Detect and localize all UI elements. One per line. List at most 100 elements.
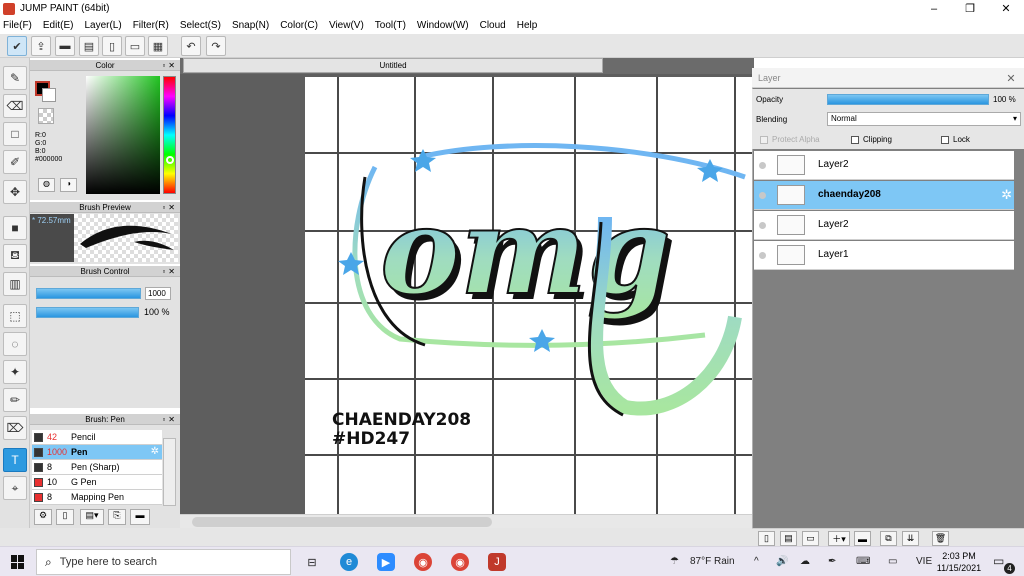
- edge-icon[interactable]: e: [340, 553, 358, 571]
- panel-controls-icon[interactable]: ▫✕: [162, 60, 178, 71]
- brush-item[interactable]: 8 Pen (Sharp): [32, 460, 162, 475]
- close-icon[interactable]: ✕: [1004, 71, 1018, 85]
- clock[interactable]: 2:03 PM 11/15/2021: [936, 550, 982, 574]
- chevron-up-icon[interactable]: ^: [754, 556, 759, 567]
- menu-file[interactable]: File(F): [3, 20, 32, 31]
- cloud-icon[interactable]: ☁: [800, 556, 810, 567]
- cloud-check-icon[interactable]: ✔: [7, 36, 27, 56]
- hue-handle[interactable]: [166, 156, 174, 164]
- panel-controls-icon[interactable]: ▫✕: [162, 266, 178, 277]
- layer-row[interactable]: Layer2: [754, 151, 1014, 180]
- document-icon[interactable]: ▭: [125, 36, 145, 56]
- layer-row[interactable]: Layer1: [754, 241, 1014, 270]
- select-eraser-tool-icon[interactable]: ⌦: [3, 416, 27, 440]
- bucket-tool-icon[interactable]: ⛾: [3, 244, 27, 268]
- canvas-paper[interactable]: omg omg CHAENDAY208 #HD247: [305, 77, 754, 514]
- grid-settings-icon[interactable]: ▦: [148, 36, 168, 56]
- background-color-swatch[interactable]: [42, 88, 56, 102]
- menu-help[interactable]: Help: [517, 20, 538, 31]
- merge-layer-icon[interactable]: ⇊: [902, 531, 919, 546]
- add-layer-menu-icon[interactable]: ＋▾: [828, 531, 850, 546]
- brush-item[interactable]: 42 Pencil: [32, 430, 162, 445]
- palette-icon[interactable]: ◍: [38, 178, 55, 192]
- menu-snap[interactable]: Snap(N): [232, 20, 269, 31]
- task-view-icon[interactable]: ⊟: [303, 553, 321, 571]
- folder-icon[interactable]: ▬: [854, 531, 871, 546]
- transparent-swatch[interactable]: [38, 108, 54, 124]
- shape-tool-icon[interactable]: □: [3, 122, 27, 146]
- clipping-checkbox[interactable]: [851, 136, 859, 144]
- minimize-button[interactable]: –: [916, 0, 952, 17]
- brush-list-scrollbar[interactable]: [163, 438, 176, 506]
- brush-size-input[interactable]: 1000: [145, 287, 171, 300]
- gear-icon[interactable]: ✲: [1001, 187, 1012, 203]
- gear-icon[interactable]: ✲: [151, 446, 159, 457]
- maximize-button[interactable]: ❐: [952, 0, 988, 17]
- new-text-layer-icon[interactable]: ▭: [802, 531, 819, 546]
- brush-tool-icon[interactable]: ✎: [3, 66, 27, 90]
- duplicate-layer-icon[interactable]: ⧉: [880, 531, 897, 546]
- move-tool-icon[interactable]: ✥: [3, 180, 27, 204]
- rect-select-tool-icon[interactable]: ⬚: [3, 304, 27, 328]
- weather-icon[interactable]: ☂: [670, 556, 679, 567]
- brush-copy-icon[interactable]: ⎘: [108, 509, 126, 525]
- page-icon[interactable]: ▯: [102, 36, 122, 56]
- export-icon[interactable]: ⇪: [31, 36, 51, 56]
- new-raster-layer-icon[interactable]: ▤: [780, 531, 797, 546]
- scrollbar-thumb[interactable]: [192, 517, 492, 527]
- weather-text[interactable]: 87°F Rain: [690, 556, 735, 567]
- brush-item[interactable]: 10 G Pen: [32, 475, 162, 490]
- chrome-icon[interactable]: ◉: [414, 553, 432, 571]
- brush-item-selected[interactable]: 1000 Pen ✲: [32, 445, 162, 460]
- zoom-icon[interactable]: ▶: [377, 553, 395, 571]
- menu-layer[interactable]: Layer(L): [84, 20, 121, 31]
- monitor-icon[interactable]: ▭: [888, 556, 897, 567]
- color-saturation-square[interactable]: [86, 76, 160, 194]
- lasso-tool-icon[interactable]: ◌: [3, 332, 27, 356]
- delete-layer-icon[interactable]: 🗑: [932, 531, 949, 546]
- color-settings-icon[interactable]: ◑: [60, 178, 77, 192]
- speaker-icon[interactable]: 🔊: [776, 556, 788, 567]
- document-tab[interactable]: Untitled: [183, 58, 603, 73]
- message-icon[interactable]: ▤: [79, 36, 99, 56]
- menu-view[interactable]: View(V): [329, 20, 364, 31]
- pen-icon[interactable]: ✒: [828, 556, 836, 567]
- brush-opacity-slider[interactable]: [36, 307, 139, 318]
- menu-filter[interactable]: Filter(R): [133, 20, 169, 31]
- hue-slider[interactable]: [163, 76, 176, 194]
- new-brush-icon[interactable]: ▯: [56, 509, 74, 525]
- menu-color[interactable]: Color(C): [280, 20, 318, 31]
- visibility-icon[interactable]: [759, 162, 766, 169]
- keyboard-icon[interactable]: ⌨: [856, 556, 870, 567]
- brush-item[interactable]: 8 Mapping Pen: [32, 490, 162, 505]
- visibility-icon[interactable]: [759, 222, 766, 229]
- comment-icon[interactable]: ▬: [55, 36, 75, 56]
- panel-controls-icon[interactable]: ▫✕: [162, 414, 178, 425]
- menu-select[interactable]: Select(S): [180, 20, 221, 31]
- visibility-icon[interactable]: [759, 192, 766, 199]
- brush-size-slider[interactable]: [36, 288, 141, 299]
- brush-folder-icon[interactable]: ▬: [130, 509, 150, 525]
- panel-controls-icon[interactable]: ▫✕: [162, 202, 178, 213]
- fill-pen-tool-icon[interactable]: ✐: [3, 150, 27, 174]
- visibility-icon[interactable]: [759, 252, 766, 259]
- eraser-tool-icon[interactable]: ⌫: [3, 94, 27, 118]
- redo-icon[interactable]: ↷: [206, 36, 226, 56]
- gradient-tool-icon[interactable]: ▥: [3, 272, 27, 296]
- rect-fill-tool-icon[interactable]: ■: [3, 216, 27, 240]
- select-pen-tool-icon[interactable]: ✏: [3, 388, 27, 412]
- menu-window[interactable]: Window(W): [417, 20, 469, 31]
- language-indicator[interactable]: VIE: [916, 556, 932, 567]
- brush-install-icon[interactable]: ⚙: [34, 509, 52, 525]
- canvas-horizontal-scrollbar[interactable]: [180, 514, 754, 528]
- eyedropper-tool-icon[interactable]: ⌖: [3, 476, 27, 500]
- menu-edit[interactable]: Edit(E): [43, 20, 74, 31]
- menu-tool[interactable]: Tool(T): [375, 20, 406, 31]
- chrome-profile-icon[interactable]: ◉: [451, 553, 469, 571]
- blending-select[interactable]: Normal ▾: [827, 112, 1021, 126]
- lock-checkbox[interactable]: [941, 136, 949, 144]
- undo-icon[interactable]: ↶: [181, 36, 201, 56]
- new-layer-icon[interactable]: ▯: [758, 531, 775, 546]
- text-tool-icon[interactable]: T: [3, 448, 27, 472]
- notification-icon[interactable]: ▭: [993, 554, 1004, 568]
